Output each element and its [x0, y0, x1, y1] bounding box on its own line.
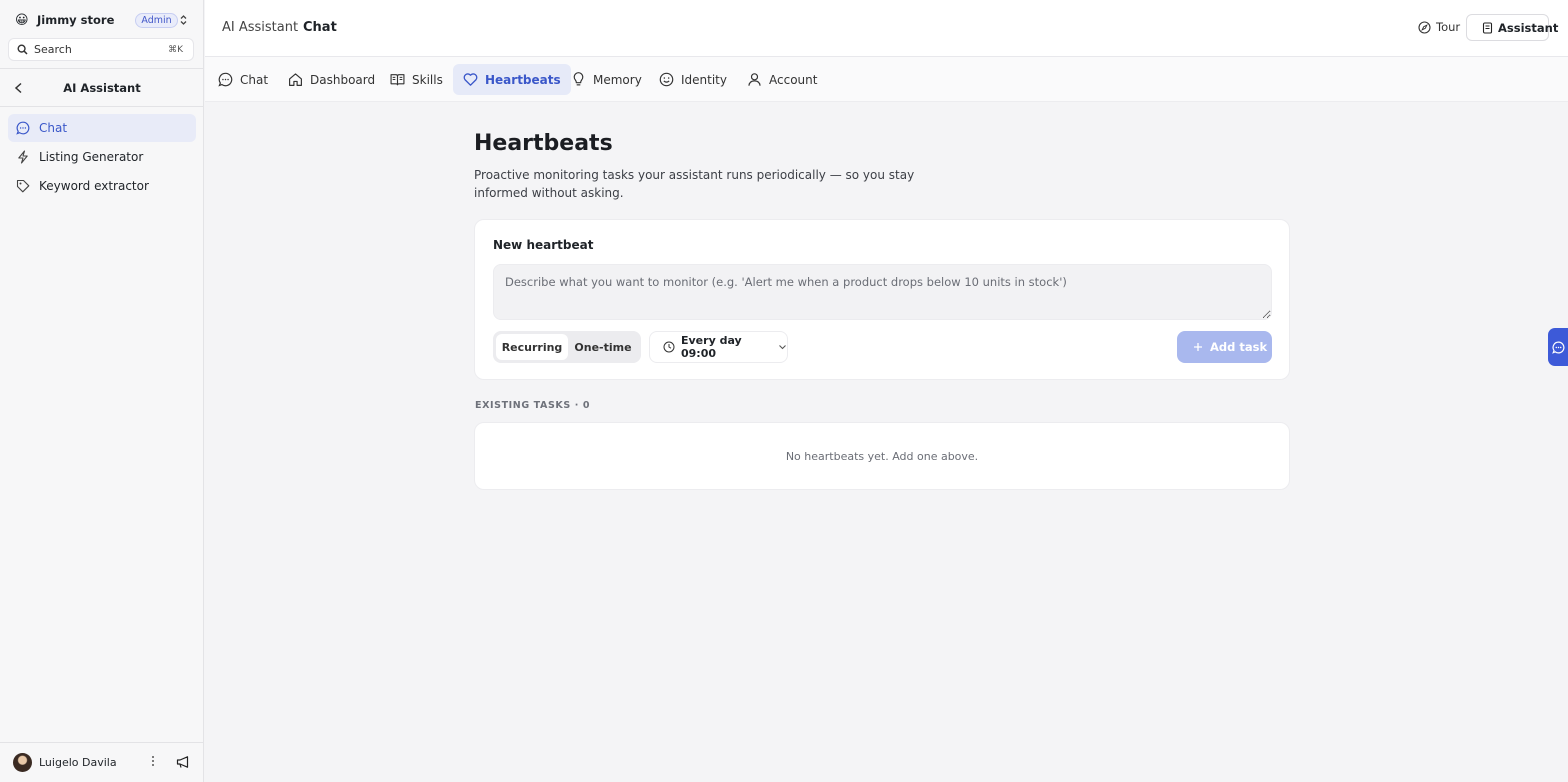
- monitor-description-input[interactable]: [493, 264, 1272, 320]
- assistant-button[interactable]: Assistant: [1466, 14, 1558, 41]
- tour-label: Tour: [1436, 20, 1461, 34]
- tag-icon: [16, 179, 30, 193]
- top-header: AI Assistant Chat Tour Assistant: [205, 0, 1568, 57]
- divider: [0, 106, 204, 107]
- breadcrumb-current: Chat: [303, 20, 337, 35]
- tab-identity[interactable]: Identity: [649, 64, 737, 95]
- tab-label: Account: [769, 72, 818, 87]
- search-shortcut: ⌘K: [168, 44, 183, 55]
- compass-icon: [1418, 20, 1431, 34]
- schedule-dropdown[interactable]: Every day 09:00: [649, 331, 788, 363]
- chevron-up-down-icon[interactable]: [179, 14, 188, 26]
- home-icon: [288, 72, 303, 87]
- chevron-down-icon: [778, 344, 787, 350]
- megaphone-icon[interactable]: [176, 755, 190, 769]
- page-description: Proactive monitoring tasks your assistan…: [474, 168, 915, 200]
- mode-recurring[interactable]: Recurring: [496, 334, 568, 360]
- divider: [0, 68, 204, 69]
- floating-chat-button[interactable]: [1548, 328, 1568, 366]
- heart-icon: [463, 72, 478, 87]
- sidebar-item-chat[interactable]: Chat: [8, 114, 196, 142]
- tab-skills[interactable]: Skills: [380, 64, 453, 95]
- role-badge: Admin: [135, 12, 178, 28]
- sidebar-item-listing-generator[interactable]: Listing Generator: [8, 143, 196, 171]
- tab-account[interactable]: Account: [737, 64, 827, 95]
- smiley-icon: [659, 72, 674, 87]
- sidebar: 😀 Jimmy store Admin Search ⌘K AI Assista…: [0, 0, 204, 782]
- clock-icon: [663, 341, 675, 353]
- tab-label: Chat: [240, 72, 269, 87]
- lightbulb-icon: [571, 72, 586, 87]
- user-profile[interactable]: Luigelo Davila: [0, 742, 204, 782]
- card-title: New heartbeat: [493, 238, 594, 252]
- tab-bar: Chat Dashboard Skills Heartbeats Memory …: [205, 57, 1568, 102]
- more-vertical-icon[interactable]: [151, 755, 155, 767]
- store-name: Jimmy store: [37, 13, 115, 27]
- robot-icon: [1482, 21, 1493, 34]
- avatar: [13, 753, 32, 772]
- mode-one-time[interactable]: One-time: [568, 334, 638, 360]
- chat-bubble-icon: [16, 121, 30, 135]
- store-emoji: 😀: [15, 12, 29, 28]
- existing-tasks-card: No heartbeats yet. Add one above.: [474, 422, 1290, 490]
- existing-tasks-header: EXISTING TASKS · 0: [475, 400, 591, 411]
- lightning-icon: [16, 150, 30, 164]
- section-title: AI Assistant: [63, 81, 141, 95]
- search-icon: [17, 44, 28, 55]
- tab-label: Memory: [593, 72, 642, 87]
- sidebar-item-label: Listing Generator: [39, 150, 144, 164]
- section-header: AI Assistant: [0, 76, 204, 100]
- tab-label: Identity: [681, 72, 727, 87]
- chat-bubble-icon: [218, 72, 233, 87]
- new-heartbeat-card: New heartbeat Recurring One-time Every d…: [474, 219, 1290, 380]
- page-title: Heartbeats: [474, 131, 613, 156]
- breadcrumb-parent[interactable]: AI Assistant: [222, 20, 298, 35]
- chat-bubble-icon: [1551, 341, 1565, 354]
- book-icon: [390, 72, 405, 87]
- empty-state-text: No heartbeats yet. Add one above.: [785, 450, 979, 463]
- store-switcher[interactable]: 😀 Jimmy store Admin: [8, 8, 196, 32]
- mode-toggle: Recurring One-time: [493, 331, 641, 363]
- tab-heartbeats[interactable]: Heartbeats: [453, 64, 571, 95]
- tab-label: Skills: [412, 72, 443, 87]
- assistant-label: Assistant: [1498, 20, 1559, 35]
- user-icon: [747, 72, 762, 87]
- sidebar-item-keyword-extractor[interactable]: Keyword extractor: [8, 172, 196, 200]
- schedule-value: Every day 09:00: [681, 334, 742, 360]
- user-name: Luigelo Davila: [39, 756, 117, 769]
- tab-label: Dashboard: [310, 72, 376, 87]
- sidebar-item-label: Keyword extractor: [39, 179, 149, 193]
- tab-dashboard[interactable]: Dashboard: [278, 64, 385, 95]
- add-task-label: Add task: [1210, 340, 1268, 354]
- plus-icon: [1194, 343, 1202, 351]
- add-task-button[interactable]: Add task: [1177, 331, 1272, 363]
- search-label: Search: [34, 43, 72, 56]
- tab-label: Heartbeats: [485, 72, 561, 87]
- tab-chat[interactable]: Chat: [208, 64, 278, 95]
- tab-memory[interactable]: Memory: [561, 64, 652, 95]
- search-input[interactable]: Search ⌘K: [8, 38, 194, 61]
- tour-button[interactable]: Tour: [1413, 20, 1460, 34]
- sidebar-item-label: Chat: [39, 121, 68, 135]
